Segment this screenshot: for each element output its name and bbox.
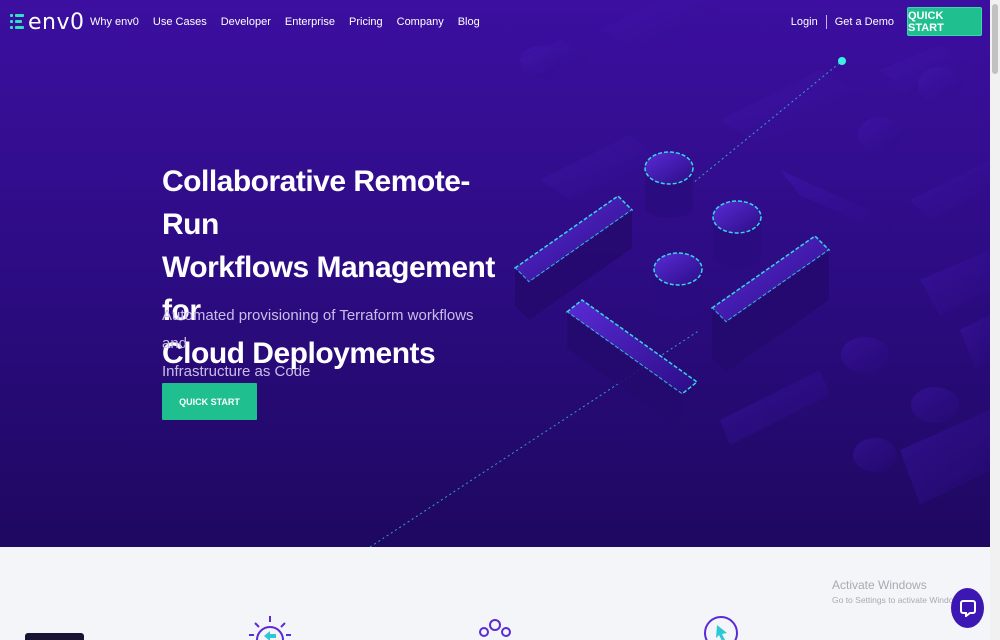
nav-actions: Login Get a Demo QUICK START (791, 7, 982, 36)
hero-section: env0 Why env0 Use Cases Developer Enterp… (0, 0, 990, 547)
chat-button[interactable] (951, 588, 984, 628)
chat-icon (959, 600, 976, 617)
logo-mark-icon (10, 13, 24, 31)
top-navigation: env0 Why env0 Use Cases Developer Enterp… (0, 0, 990, 44)
menu-item-company[interactable]: Company (397, 16, 444, 28)
glow-dot (838, 57, 846, 65)
bottom-left-widget[interactable] (25, 633, 84, 640)
gear-sync-icon (249, 616, 291, 640)
cursor-play-icon (704, 616, 738, 640)
hero-subtitle-line: Infrastructure as Code (162, 363, 311, 380)
menu-item-blog[interactable]: Blog (458, 16, 480, 28)
watermark-subtitle: Go to Settings to activate Windows. (832, 595, 967, 605)
get-demo-link[interactable]: Get a Demo (835, 16, 894, 28)
menu-item-developer[interactable]: Developer (221, 16, 271, 28)
hero-subtitle: Automated provisioning of Terraform work… (162, 302, 492, 386)
watermark-title: Activate Windows (832, 578, 927, 592)
nav-divider (825, 14, 827, 29)
scrollbar-thumb[interactable] (992, 4, 998, 74)
main-menu: Why env0 Use Cases Developer Enterprise … (90, 16, 494, 28)
env0-logo[interactable]: env0 (10, 9, 85, 35)
hero-quick-start-button[interactable]: QUICK START (162, 383, 257, 420)
login-link[interactable]: Login (791, 16, 818, 28)
team-icon (479, 619, 511, 637)
nav-quick-start-button[interactable]: QUICK START (907, 7, 982, 36)
hero-subtitle-line: Automated provisioning of Terraform work… (162, 307, 474, 352)
menu-item-why-env0[interactable]: Why env0 (90, 16, 139, 28)
hero-title-line: Collaborative Remote-Run (162, 165, 470, 241)
menu-item-enterprise[interactable]: Enterprise (285, 16, 335, 28)
menu-item-use-cases[interactable]: Use Cases (153, 16, 207, 28)
page-scrollbar[interactable] (990, 0, 1000, 640)
windows-activation-watermark: Activate Windows Go to Settings to activ… (832, 578, 966, 605)
menu-item-pricing[interactable]: Pricing (349, 16, 383, 28)
logo-text: env0 (28, 9, 85, 35)
